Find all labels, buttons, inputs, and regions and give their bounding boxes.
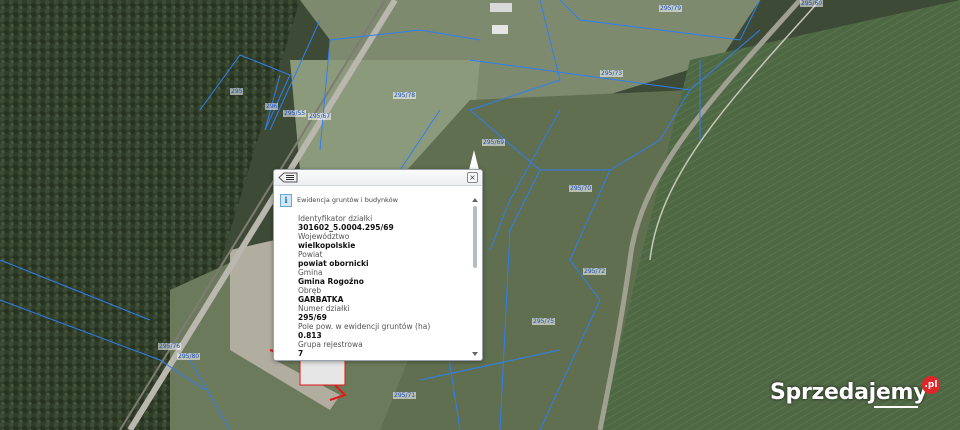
field-label: Powiat (298, 250, 323, 259)
parcel-info-popup: × i Ewidencja gruntów i budynków Identyf… (273, 169, 483, 361)
building (299, 359, 346, 386)
field-label: Identyfikator działki (298, 214, 373, 223)
scroll-up-icon[interactable] (472, 198, 478, 202)
parcel-label: 295/78 (393, 92, 417, 99)
field-value: 301602_5.0004.295/69 (298, 223, 394, 232)
scroll-thumb[interactable] (473, 206, 477, 268)
popup-body[interactable]: Identyfikator działki 301602_5.0004.295/… (298, 214, 468, 358)
parcel-label: 296 (265, 103, 279, 110)
logo-text: Sprzedajemy (770, 380, 928, 405)
field-label: Gmina (298, 268, 323, 277)
parcel-label: 295/71 (393, 392, 417, 399)
parcel-label: 295/60 (800, 0, 824, 7)
parcel-label: 295/70 (569, 185, 593, 192)
parcel-label: 295/72 (583, 268, 607, 275)
field-label: Grupa rejestrowa (298, 340, 363, 349)
field-value: 295/69 (298, 313, 327, 322)
building (492, 25, 508, 34)
building (490, 3, 512, 12)
field-label: Numer działki (298, 304, 350, 313)
popup-title: Ewidencja gruntów i budynków (297, 196, 398, 204)
scroll-down-icon[interactable] (472, 352, 478, 356)
parcel-label: 295 (230, 88, 244, 95)
popup-header: × (274, 170, 482, 186)
popup-scrollbar[interactable] (471, 198, 479, 356)
logo-underline (874, 406, 918, 408)
parcel-label: 295/73 (600, 70, 624, 77)
parcel-label: 295/55 (283, 110, 307, 117)
info-icon: i (280, 193, 292, 207)
parcel-label: 295/80 (177, 353, 201, 360)
field-value: GARBATKA (298, 295, 344, 304)
parcel-label: 295/67 (308, 113, 332, 120)
parcel-label: 295/76 (158, 343, 182, 350)
field-value: powiat obornicki (298, 259, 369, 268)
field-value: wielkopolskie (298, 241, 356, 250)
field-label: Pole pow. w ewidencji gruntów (ha) (298, 322, 431, 331)
parcel-label: 295/75 (532, 318, 556, 325)
list-back-icon[interactable] (278, 172, 298, 183)
logo-badge: .pl (922, 376, 940, 394)
field-value: 0.813 (298, 331, 322, 340)
close-icon[interactable]: × (467, 172, 478, 183)
parcel-label: 295/79 (659, 5, 683, 12)
field-value: 7 (298, 349, 304, 358)
popup-pointer (469, 150, 479, 170)
field-label: Obręb (298, 286, 322, 295)
field-label: Województwo (298, 232, 350, 241)
popup-subheader: i Ewidencja gruntów i budynków (280, 193, 398, 207)
parcel-label: 295/69 (482, 139, 506, 146)
field-value: Gmina Rogoźno (298, 277, 364, 286)
